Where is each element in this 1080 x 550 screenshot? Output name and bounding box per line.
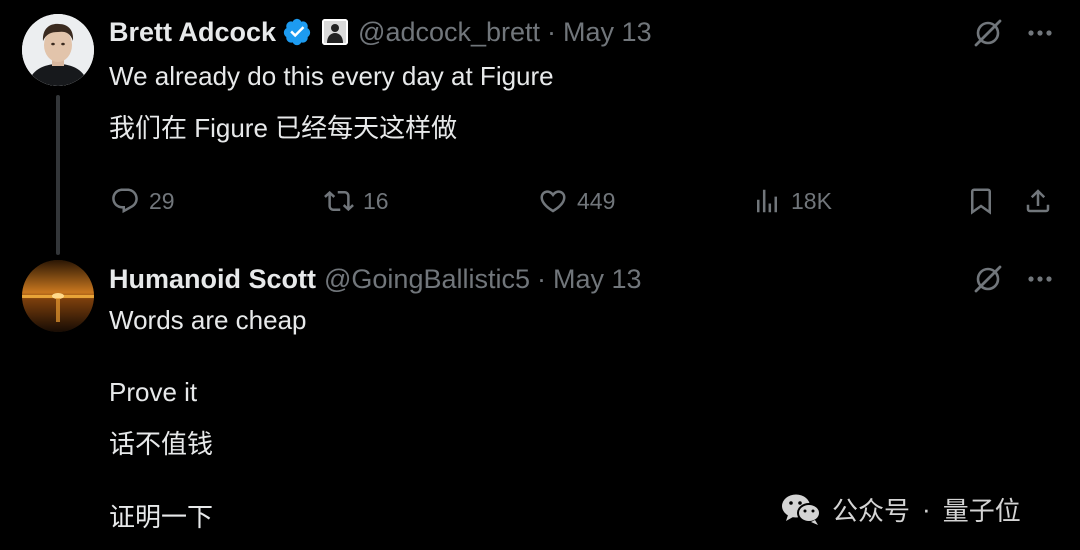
handle[interactable]: @adcock_brett — [358, 17, 540, 48]
views-icon — [757, 189, 777, 213]
tweet-header: Humanoid Scott @GoingBallistic5 · May 13 — [109, 259, 642, 299]
tweet-text-line: 证明一下 — [109, 502, 214, 532]
thread-line — [56, 95, 60, 255]
handle[interactable]: @GoingBallistic5 — [324, 264, 530, 295]
separator: · — [547, 16, 557, 47]
retweet-button[interactable]: 16 — [324, 183, 389, 219]
bookmark-button[interactable] — [966, 183, 996, 219]
display-name[interactable]: Humanoid Scott — [109, 264, 316, 295]
avatar[interactable] — [22, 260, 94, 332]
reply-count: 29 — [149, 187, 175, 214]
tweet-date[interactable]: May 13 — [563, 17, 652, 48]
tweet-date[interactable]: May 13 — [553, 264, 642, 295]
tweet[interactable]: Brett Adcock @adcock_brett · May 13 We a… — [0, 0, 1080, 255]
more-icon[interactable] — [1025, 264, 1055, 294]
verified-badge-icon[interactable] — [282, 17, 312, 47]
reply-button[interactable]: 29 — [110, 183, 175, 219]
avatar[interactable] — [22, 14, 94, 86]
grok-icon[interactable] — [972, 17, 1004, 49]
bookmark-icon — [971, 188, 991, 215]
separator: · — [537, 263, 546, 294]
share-button[interactable] — [1023, 183, 1053, 219]
tweet-text-line: 话不值钱 — [109, 429, 214, 459]
wechat-icon — [782, 494, 821, 525]
watermark: 公众号 · 量子位 — [780, 487, 1021, 531]
retweet-icon — [324, 190, 354, 212]
like-icon — [540, 190, 566, 213]
reply-icon — [112, 188, 138, 214]
avatar-image — [22, 260, 94, 332]
tweet-text-line: Prove it — [109, 377, 198, 407]
like-count: 449 — [577, 187, 616, 214]
avatar-image — [22, 14, 94, 86]
retweet-count: 16 — [363, 187, 389, 214]
watermark-label: 公众号 — [832, 495, 911, 526]
affiliate-badge-icon[interactable] — [322, 19, 349, 45]
views-button[interactable]: 18K — [752, 183, 832, 219]
grok-icon[interactable] — [972, 263, 1004, 295]
watermark-name: 量子位 — [942, 495, 1021, 526]
watermark-separator: · — [922, 493, 931, 524]
tweet-header: Brett Adcock @adcock_brett · May 13 — [109, 12, 652, 52]
tweet-text-line: We already do this every day at Figure — [109, 61, 554, 91]
tweet-text-line: 我们在 Figure 已经每天这样做 — [109, 113, 458, 143]
like-button[interactable]: 449 — [538, 183, 615, 219]
views-count: 18K — [791, 187, 832, 214]
more-icon[interactable] — [1025, 18, 1055, 48]
tweet-text-line: Words are cheap — [109, 305, 307, 335]
display-name[interactable]: Brett Adcock — [109, 17, 276, 48]
share-icon — [1026, 189, 1050, 213]
